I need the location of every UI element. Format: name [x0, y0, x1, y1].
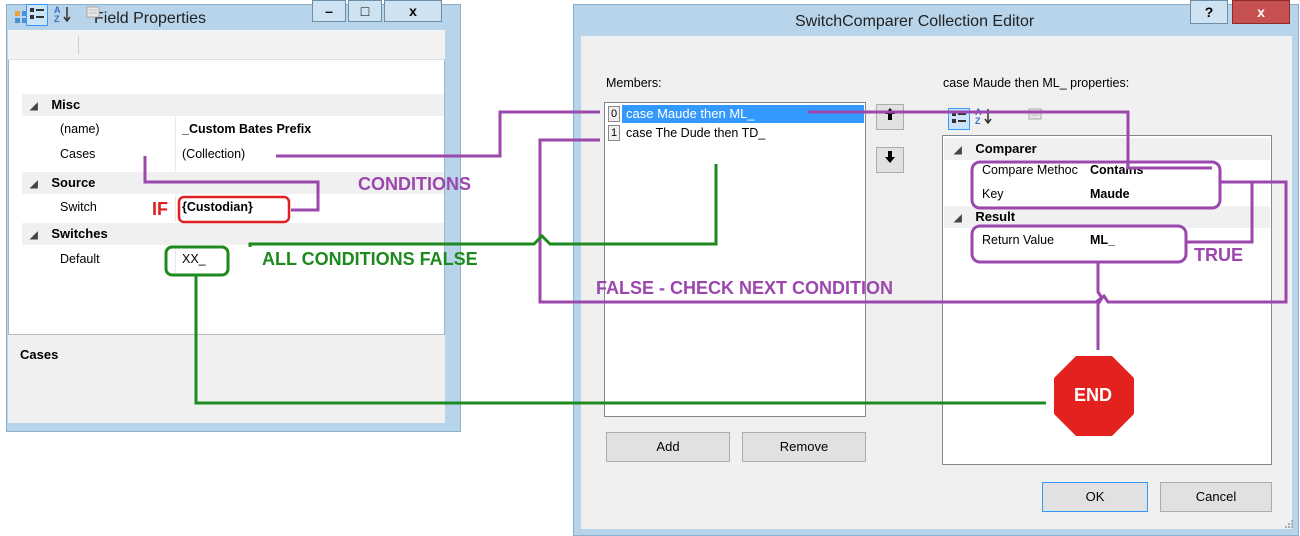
- switch-highlight-box: [177, 195, 291, 224]
- end-annotation: END: [1074, 385, 1113, 405]
- true-annotation: TRUE: [1194, 245, 1243, 265]
- if-annotation: IF: [152, 199, 168, 219]
- conditions-annotation: CONDITIONS: [358, 174, 472, 194]
- false-next-annotation: FALSE - CHECK NEXT CONDITION: [596, 278, 894, 298]
- flow-annotation-overlay: [143, 110, 1288, 436]
- all-false-annotation: ALL CONDITIONS FALSE: [262, 249, 478, 269]
